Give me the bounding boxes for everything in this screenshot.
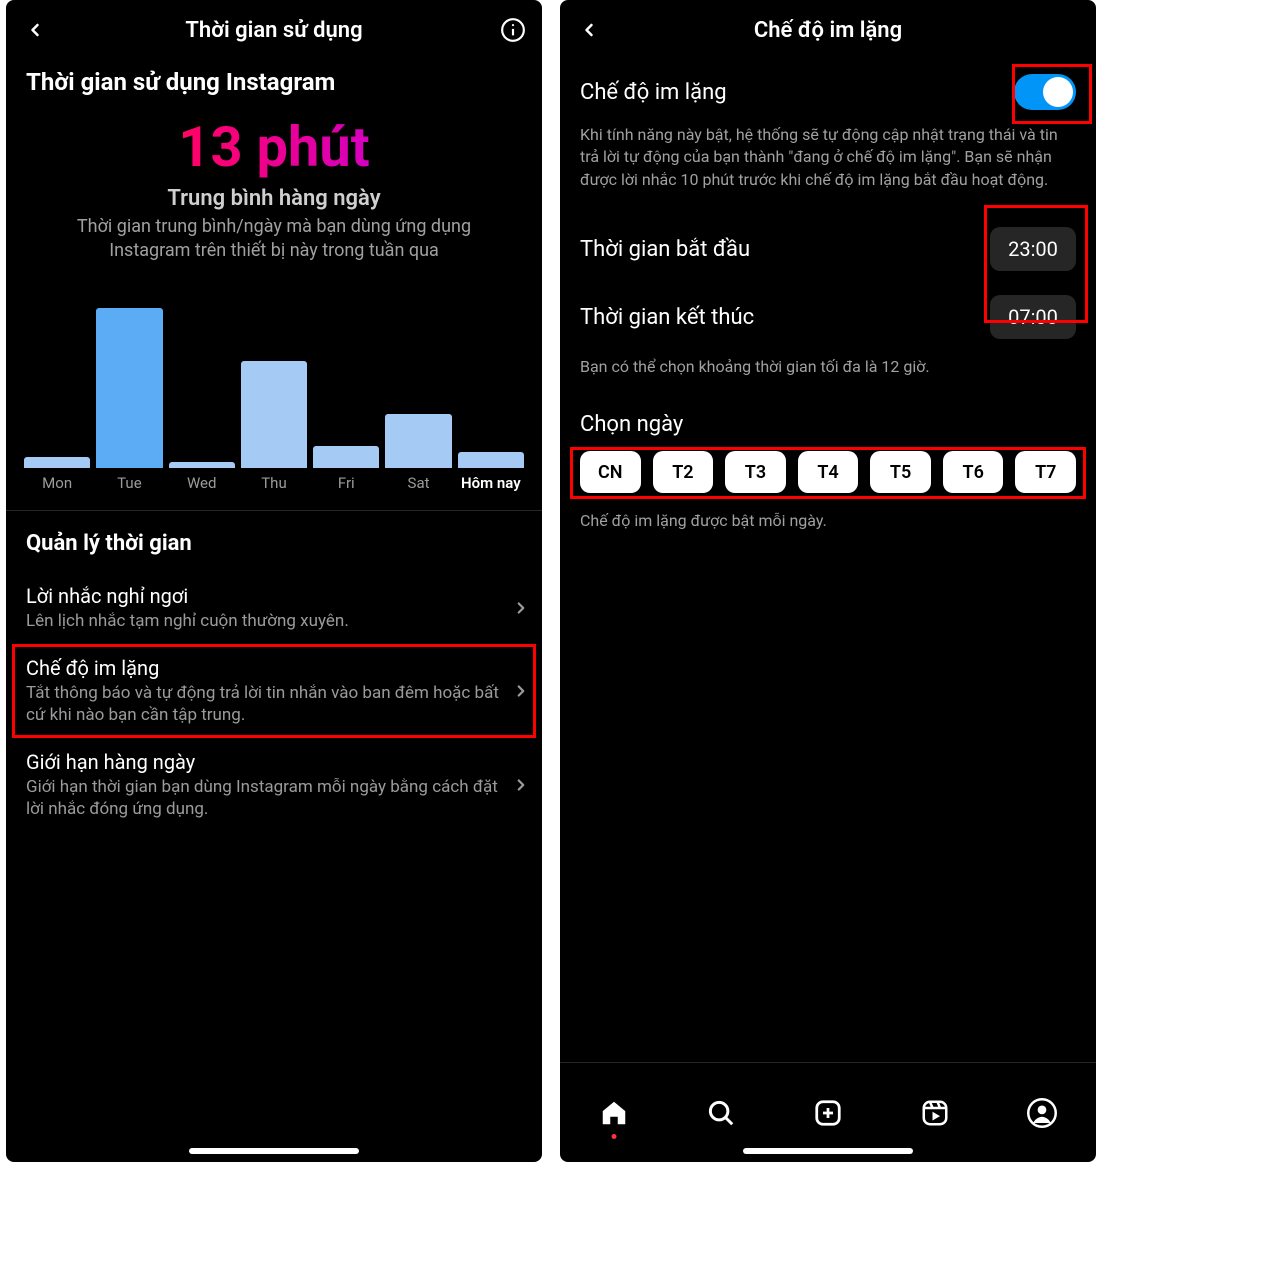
reels-icon bbox=[920, 1098, 950, 1128]
chart-bar[interactable] bbox=[385, 414, 451, 467]
daily-average-label: Trung bình hàng ngày bbox=[6, 186, 542, 211]
end-time-picker[interactable]: 07:00 bbox=[990, 295, 1076, 339]
daily-average-desc: Thời gian trung bình/ngày mà bạn dùng ứn… bbox=[6, 211, 542, 264]
day-button[interactable]: T2 bbox=[653, 451, 714, 493]
quiet-mode-toggle-row: Chế độ im lặng bbox=[560, 58, 1096, 110]
start-time-label: Thời gian bắt đầu bbox=[580, 237, 750, 262]
home-icon bbox=[599, 1098, 629, 1128]
time-range-note: Bạn có thể chọn khoảng thời gian tối đa … bbox=[560, 339, 1096, 376]
chart-bar[interactable] bbox=[241, 361, 307, 468]
chart-x-label: Thu bbox=[241, 474, 307, 492]
day-button[interactable]: CN bbox=[580, 451, 641, 493]
page-title: Thời gian sử dụng bbox=[6, 18, 542, 43]
chart-x-label: Fri bbox=[313, 474, 379, 492]
home-indicator bbox=[743, 1148, 913, 1154]
chart-bar[interactable] bbox=[458, 452, 524, 468]
chevron-left-icon bbox=[25, 20, 45, 40]
nav-bar: Thời gian sử dụng bbox=[6, 0, 542, 58]
notification-dot bbox=[611, 1134, 616, 1139]
screen-time-screen: Thời gian sử dụng Thời gian sử dụng Inst… bbox=[6, 0, 542, 1162]
usage-bar-chart bbox=[6, 288, 542, 468]
row-title: Giới hạn hàng ngày bbox=[26, 750, 504, 774]
tab-create[interactable] bbox=[812, 1097, 844, 1129]
chevron-right-icon bbox=[512, 599, 530, 617]
bottom-tab-bar bbox=[560, 1062, 1096, 1162]
nav-bar: Chế độ im lặng bbox=[560, 0, 1096, 58]
chart-bar[interactable] bbox=[96, 308, 162, 468]
end-time-row: Thời gian kết thúc 07:00 bbox=[560, 281, 1096, 339]
day-selector: CN T2 T3 T4 T5 T6 T7 bbox=[560, 451, 1096, 493]
end-time-label: Thời gian kết thúc bbox=[580, 305, 754, 330]
day-button[interactable]: T4 bbox=[798, 451, 859, 493]
start-time-picker[interactable]: 23:00 bbox=[990, 227, 1076, 271]
row-daily-limit[interactable]: Giới hạn hàng ngày Giới hạn thời gian bạ… bbox=[6, 738, 542, 832]
tab-profile[interactable] bbox=[1026, 1097, 1058, 1129]
chevron-right-icon bbox=[512, 682, 530, 700]
quiet-mode-toggle[interactable] bbox=[1014, 74, 1076, 110]
tab-home[interactable] bbox=[598, 1097, 630, 1129]
chevron-left-icon bbox=[579, 20, 599, 40]
chart-x-label: Tue bbox=[96, 474, 162, 492]
chart-bar[interactable] bbox=[24, 457, 90, 468]
daily-average-value: 13 phút bbox=[6, 114, 542, 180]
chevron-right-icon bbox=[512, 776, 530, 794]
day-button[interactable]: T3 bbox=[725, 451, 786, 493]
day-button[interactable]: T6 bbox=[943, 451, 1004, 493]
row-break-reminder[interactable]: Lời nhắc nghỉ ngơi Lên lịch nhắc tạm ngh… bbox=[6, 572, 542, 644]
row-subtitle: Giới hạn thời gian bạn dùng Instagram mỗ… bbox=[26, 776, 504, 820]
row-title: Chế độ im lặng bbox=[26, 656, 504, 680]
tab-search[interactable] bbox=[705, 1097, 737, 1129]
day-note: Chế độ im lặng được bật mỗi ngày. bbox=[560, 493, 1096, 530]
chart-x-label: Sat bbox=[385, 474, 451, 492]
quiet-mode-desc: Khi tính năng này bật, hệ thống sẽ tự độ… bbox=[560, 110, 1096, 191]
chart-x-label: Mon bbox=[24, 474, 90, 492]
row-quiet-mode[interactable]: Chế độ im lặng Tắt thông báo và tự động … bbox=[6, 644, 542, 738]
page-title: Chế độ im lặng bbox=[560, 18, 1096, 43]
choose-day-title: Chọn ngày bbox=[560, 376, 1096, 451]
chart-x-labels: Mon Tue Wed Thu Fri Sat Hôm nay bbox=[6, 468, 542, 510]
home-indicator bbox=[189, 1148, 359, 1154]
chart-x-label: Hôm nay bbox=[458, 474, 524, 492]
back-button[interactable] bbox=[574, 15, 604, 45]
plus-square-icon bbox=[813, 1098, 843, 1128]
chart-x-label: Wed bbox=[169, 474, 235, 492]
row-subtitle: Lên lịch nhắc tạm nghỉ cuộn thường xuyên… bbox=[26, 610, 504, 632]
day-button[interactable]: T5 bbox=[870, 451, 931, 493]
manage-time-title: Quản lý thời gian bbox=[6, 511, 542, 572]
usage-section-title: Thời gian sử dụng Instagram bbox=[6, 58, 542, 104]
chart-bar[interactable] bbox=[313, 446, 379, 467]
day-button[interactable]: T7 bbox=[1015, 451, 1076, 493]
row-subtitle: Tắt thông báo và tự động trả lời tin nhắ… bbox=[26, 682, 504, 726]
back-button[interactable] bbox=[20, 15, 50, 45]
info-button[interactable] bbox=[498, 15, 528, 45]
start-time-row: Thời gian bắt đầu 23:00 bbox=[560, 213, 1096, 271]
tab-reels[interactable] bbox=[919, 1097, 951, 1129]
quiet-mode-label: Chế độ im lặng bbox=[580, 80, 727, 105]
row-title: Lời nhắc nghỉ ngơi bbox=[26, 584, 504, 608]
info-icon bbox=[500, 17, 526, 43]
search-icon bbox=[706, 1098, 736, 1128]
quiet-mode-screen: Chế độ im lặng Chế độ im lặng Khi tính n… bbox=[560, 0, 1096, 1162]
profile-icon bbox=[1027, 1098, 1057, 1128]
